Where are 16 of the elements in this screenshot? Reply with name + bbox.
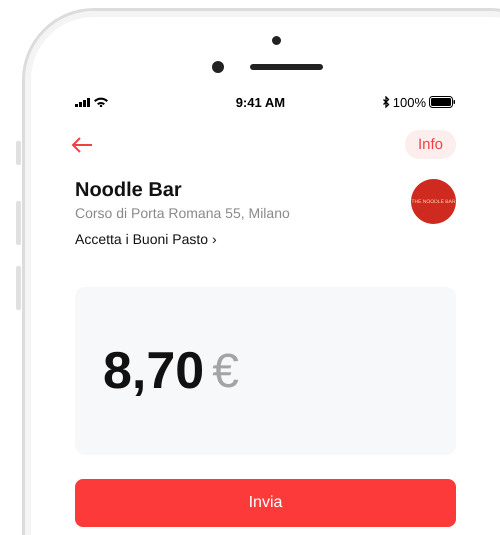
- info-button[interactable]: Info: [404, 130, 456, 159]
- wifi-icon: [94, 97, 108, 107]
- currency-symbol: €: [212, 344, 239, 398]
- camera-dot: [212, 61, 224, 73]
- sensor-dot: [272, 36, 280, 45]
- signal-icon: [75, 98, 91, 106]
- amount-value: 8,70: [103, 341, 204, 401]
- bluetooth-icon: [382, 96, 390, 108]
- back-arrow-icon[interactable]: [71, 136, 93, 152]
- meal-vouchers-link[interactable]: Accetta i Buoni Pasto ›: [75, 231, 290, 247]
- status-time: 9:41 AM: [236, 94, 286, 110]
- send-button[interactable]: Invia: [75, 479, 456, 527]
- battery-icon: [429, 96, 456, 108]
- venue-name: Noodle Bar: [75, 179, 183, 202]
- venue-address: Corso di Porta Romana 55, Milano: [75, 205, 290, 221]
- battery-percent: 100%: [392, 94, 426, 110]
